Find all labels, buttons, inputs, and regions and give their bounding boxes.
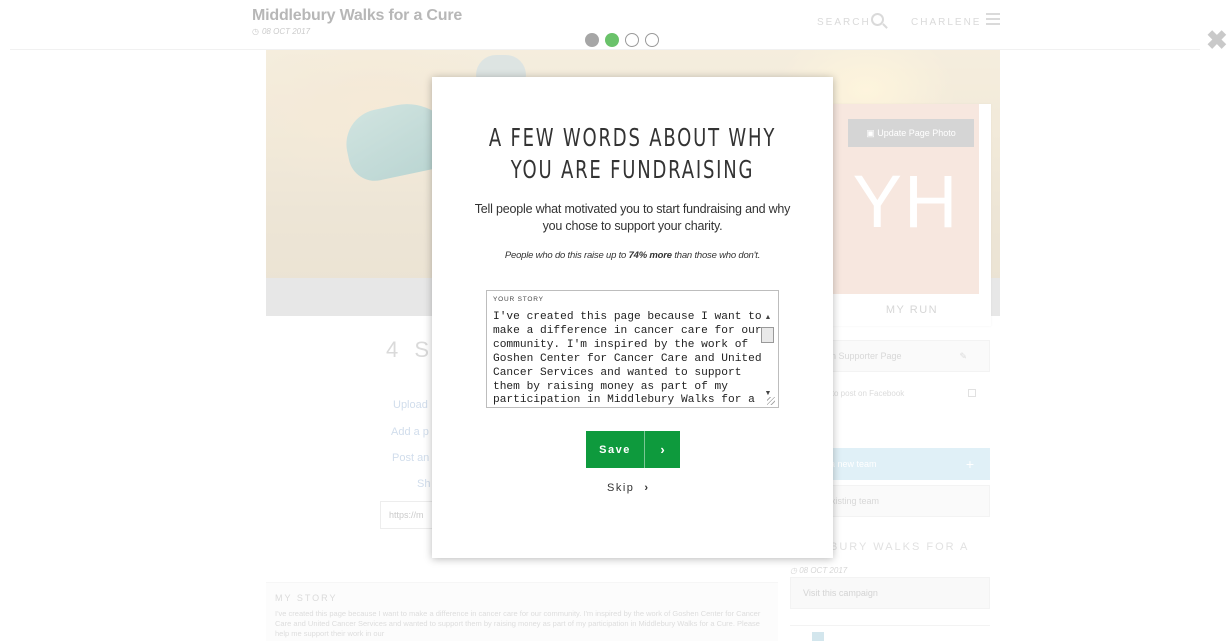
scroll-thumb[interactable] xyxy=(761,327,774,343)
save-label: Save xyxy=(599,443,631,456)
textarea-scrollbar[interactable]: ▲ ▼ xyxy=(761,313,775,397)
stat-suffix: than those who don't. xyxy=(671,250,761,261)
scroll-up-icon[interactable]: ▲ xyxy=(761,313,775,323)
progress-steps xyxy=(585,33,659,47)
resize-grip-icon[interactable] xyxy=(767,397,775,405)
step-dot-completed xyxy=(585,33,599,47)
close-icon[interactable]: ✖ xyxy=(1206,27,1230,53)
chevron-right-icon: › xyxy=(644,482,650,494)
save-button[interactable]: Save › xyxy=(586,431,680,468)
modal-title: A FEW WORDS ABOUT WHY YOU ARE FUNDRAISIN… xyxy=(488,122,777,186)
modal-description: Tell people what motivated you to start … xyxy=(474,202,791,233)
modal-title-line: A FEW WORDS ABOUT WHY xyxy=(488,123,777,152)
step-dot-current xyxy=(605,33,619,47)
story-modal: A FEW WORDS ABOUT WHY YOU ARE FUNDRAISIN… xyxy=(432,77,833,558)
step-dot-upcoming xyxy=(645,33,659,47)
story-textarea[interactable]: I've created this page because I want to… xyxy=(492,309,768,405)
story-field-label: YOUR STORY xyxy=(493,296,544,303)
chevron-right-icon: › xyxy=(660,442,665,457)
stat-highlight: 74% more xyxy=(628,250,672,261)
stat-prefix: People who do this raise up to xyxy=(504,250,629,261)
scroll-track[interactable] xyxy=(761,343,775,389)
step-dot-upcoming xyxy=(625,33,639,47)
skip-label: Skip xyxy=(607,482,635,494)
modal-stat: People who do this raise up to 74% more … xyxy=(432,250,833,261)
skip-button[interactable]: Skip › xyxy=(607,482,650,494)
modal-title-line: YOU ARE FUNDRAISING xyxy=(510,155,755,184)
story-field: YOUR STORY I've created this page becaus… xyxy=(486,290,779,408)
